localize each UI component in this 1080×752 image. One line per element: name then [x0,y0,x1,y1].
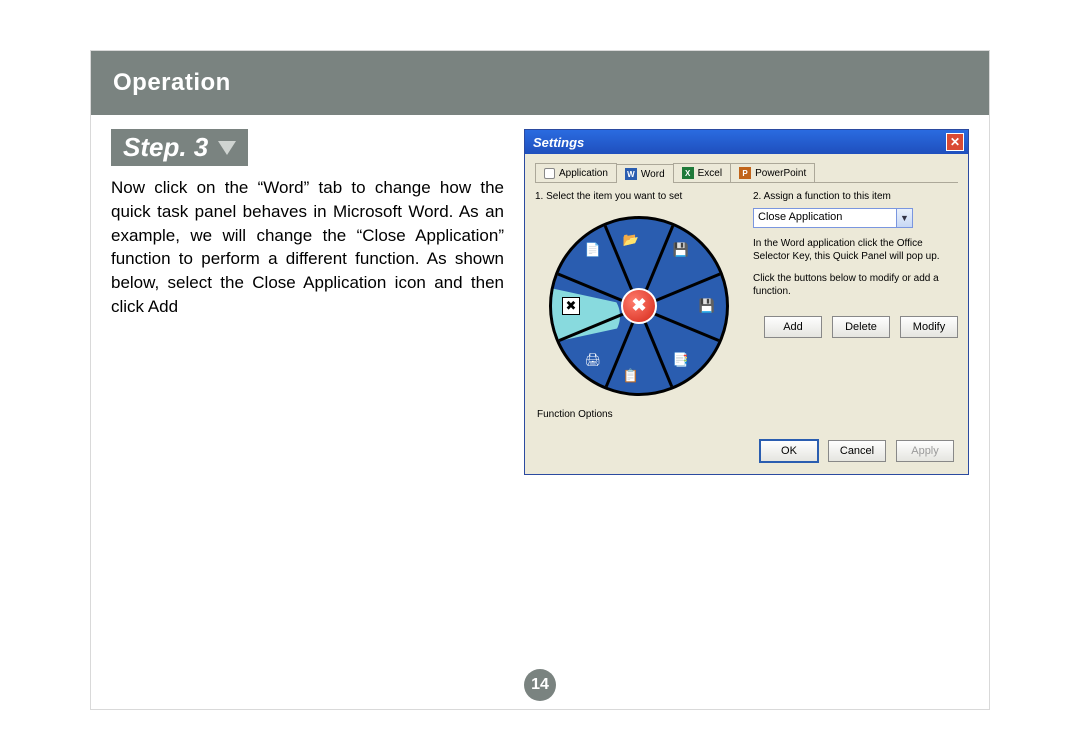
ok-button-label: OK [781,445,797,457]
powerpoint-icon: P [739,167,751,179]
dropdown-value: Close Application [754,209,896,227]
cancel-button[interactable]: Cancel [828,440,886,462]
cancel-button-label: Cancel [840,445,874,457]
page-number-value: 14 [531,676,549,694]
close-icon: ✕ [950,135,960,149]
dialog-close-button[interactable]: ✕ [946,133,964,151]
add-button-label: Add [783,321,803,333]
section-title: Operation [113,69,231,96]
add-button[interactable]: Add [764,316,822,338]
section-header: Operation [91,51,989,115]
segment-copy-icon[interactable]: 📑 [672,351,690,369]
modify-button-label: Modify [913,321,945,333]
segment-save-icon[interactable]: 💾 [672,241,690,259]
wheel-disc: 📄 📂 💾 💾 📑 📋 🖨 ✖ ✖ [549,216,729,396]
chevron-down-icon[interactable]: ▼ [896,209,912,227]
tab-label: Excel [698,168,722,179]
tab-word[interactable]: W Word [616,164,674,183]
segment-paste-icon[interactable]: 📋 [622,367,640,385]
dialog-title: Settings [533,135,584,150]
right-column: Settings ✕ Application W Word [524,129,969,475]
ok-button[interactable]: OK [760,440,818,462]
segment-open-icon[interactable]: 📂 [622,231,640,249]
excel-icon: X [682,167,694,179]
segment-close-app-icon[interactable]: ✖ [562,297,580,315]
function-options-label: Function Options [537,409,743,420]
tab-label: Application [559,168,608,179]
word-icon: W [625,168,637,180]
page-number: 14 [524,669,556,701]
chevron-down-icon [218,141,236,155]
apply-button-label: Apply [911,445,939,457]
application-icon [544,168,555,179]
tab-powerpoint[interactable]: P PowerPoint [730,163,815,182]
tab-label: Word [641,169,665,180]
wheel-center-close-icon[interactable]: ✖ [621,288,657,324]
segment-print-icon[interactable]: 🖨 [584,351,602,369]
step-badge: Step. 3 [111,129,248,166]
tab-col-right: 2. Assign a function to this item Close … [753,191,958,424]
content-row: Step. 3 Now click on the “Word” tab to c… [91,115,989,475]
apply-button: Apply [896,440,954,462]
function-buttons-row: Add Delete Modify [753,316,958,338]
dialog-titlebar: Settings ✕ [525,130,968,154]
hint-text-1: In the Word application click the Office… [753,238,958,263]
assign-function-label: 2. Assign a function to this item [753,191,958,202]
left-column: Step. 3 Now click on the “Word” tab to c… [111,129,504,319]
tab-content: 1. Select the item you want to set [535,191,958,424]
dialog-footer: OK Cancel Apply [535,440,958,462]
quick-panel-wheel[interactable]: 📄 📂 💾 💾 📑 📋 🖨 ✖ ✖ [542,208,737,403]
step-label: Step. 3 [123,132,208,163]
segment-new-doc-icon[interactable]: 📄 [584,241,602,259]
tab-excel[interactable]: X Excel [673,163,731,182]
dialog-body: Application W Word X Excel P PowerPoin [525,154,968,474]
tab-strip: Application W Word X Excel P PowerPoin [535,163,958,183]
delete-button-label: Delete [845,321,877,333]
segment-floppy-icon[interactable]: 💾 [698,297,716,315]
function-dropdown[interactable]: Close Application ▼ [753,208,913,228]
tab-label: PowerPoint [755,168,806,179]
select-item-label: 1. Select the item you want to set [535,191,743,202]
tab-col-left: 1. Select the item you want to set [535,191,743,424]
manual-page: Operation Step. 3 Now click on the “Word… [90,50,990,710]
settings-dialog: Settings ✕ Application W Word [524,129,969,475]
tab-application[interactable]: Application [535,163,617,182]
modify-button[interactable]: Modify [900,316,958,338]
hint-text-2: Click the buttons below to modify or add… [753,273,958,298]
instruction-text: Now click on the “Word” tab to change ho… [111,176,504,319]
delete-button[interactable]: Delete [832,316,890,338]
